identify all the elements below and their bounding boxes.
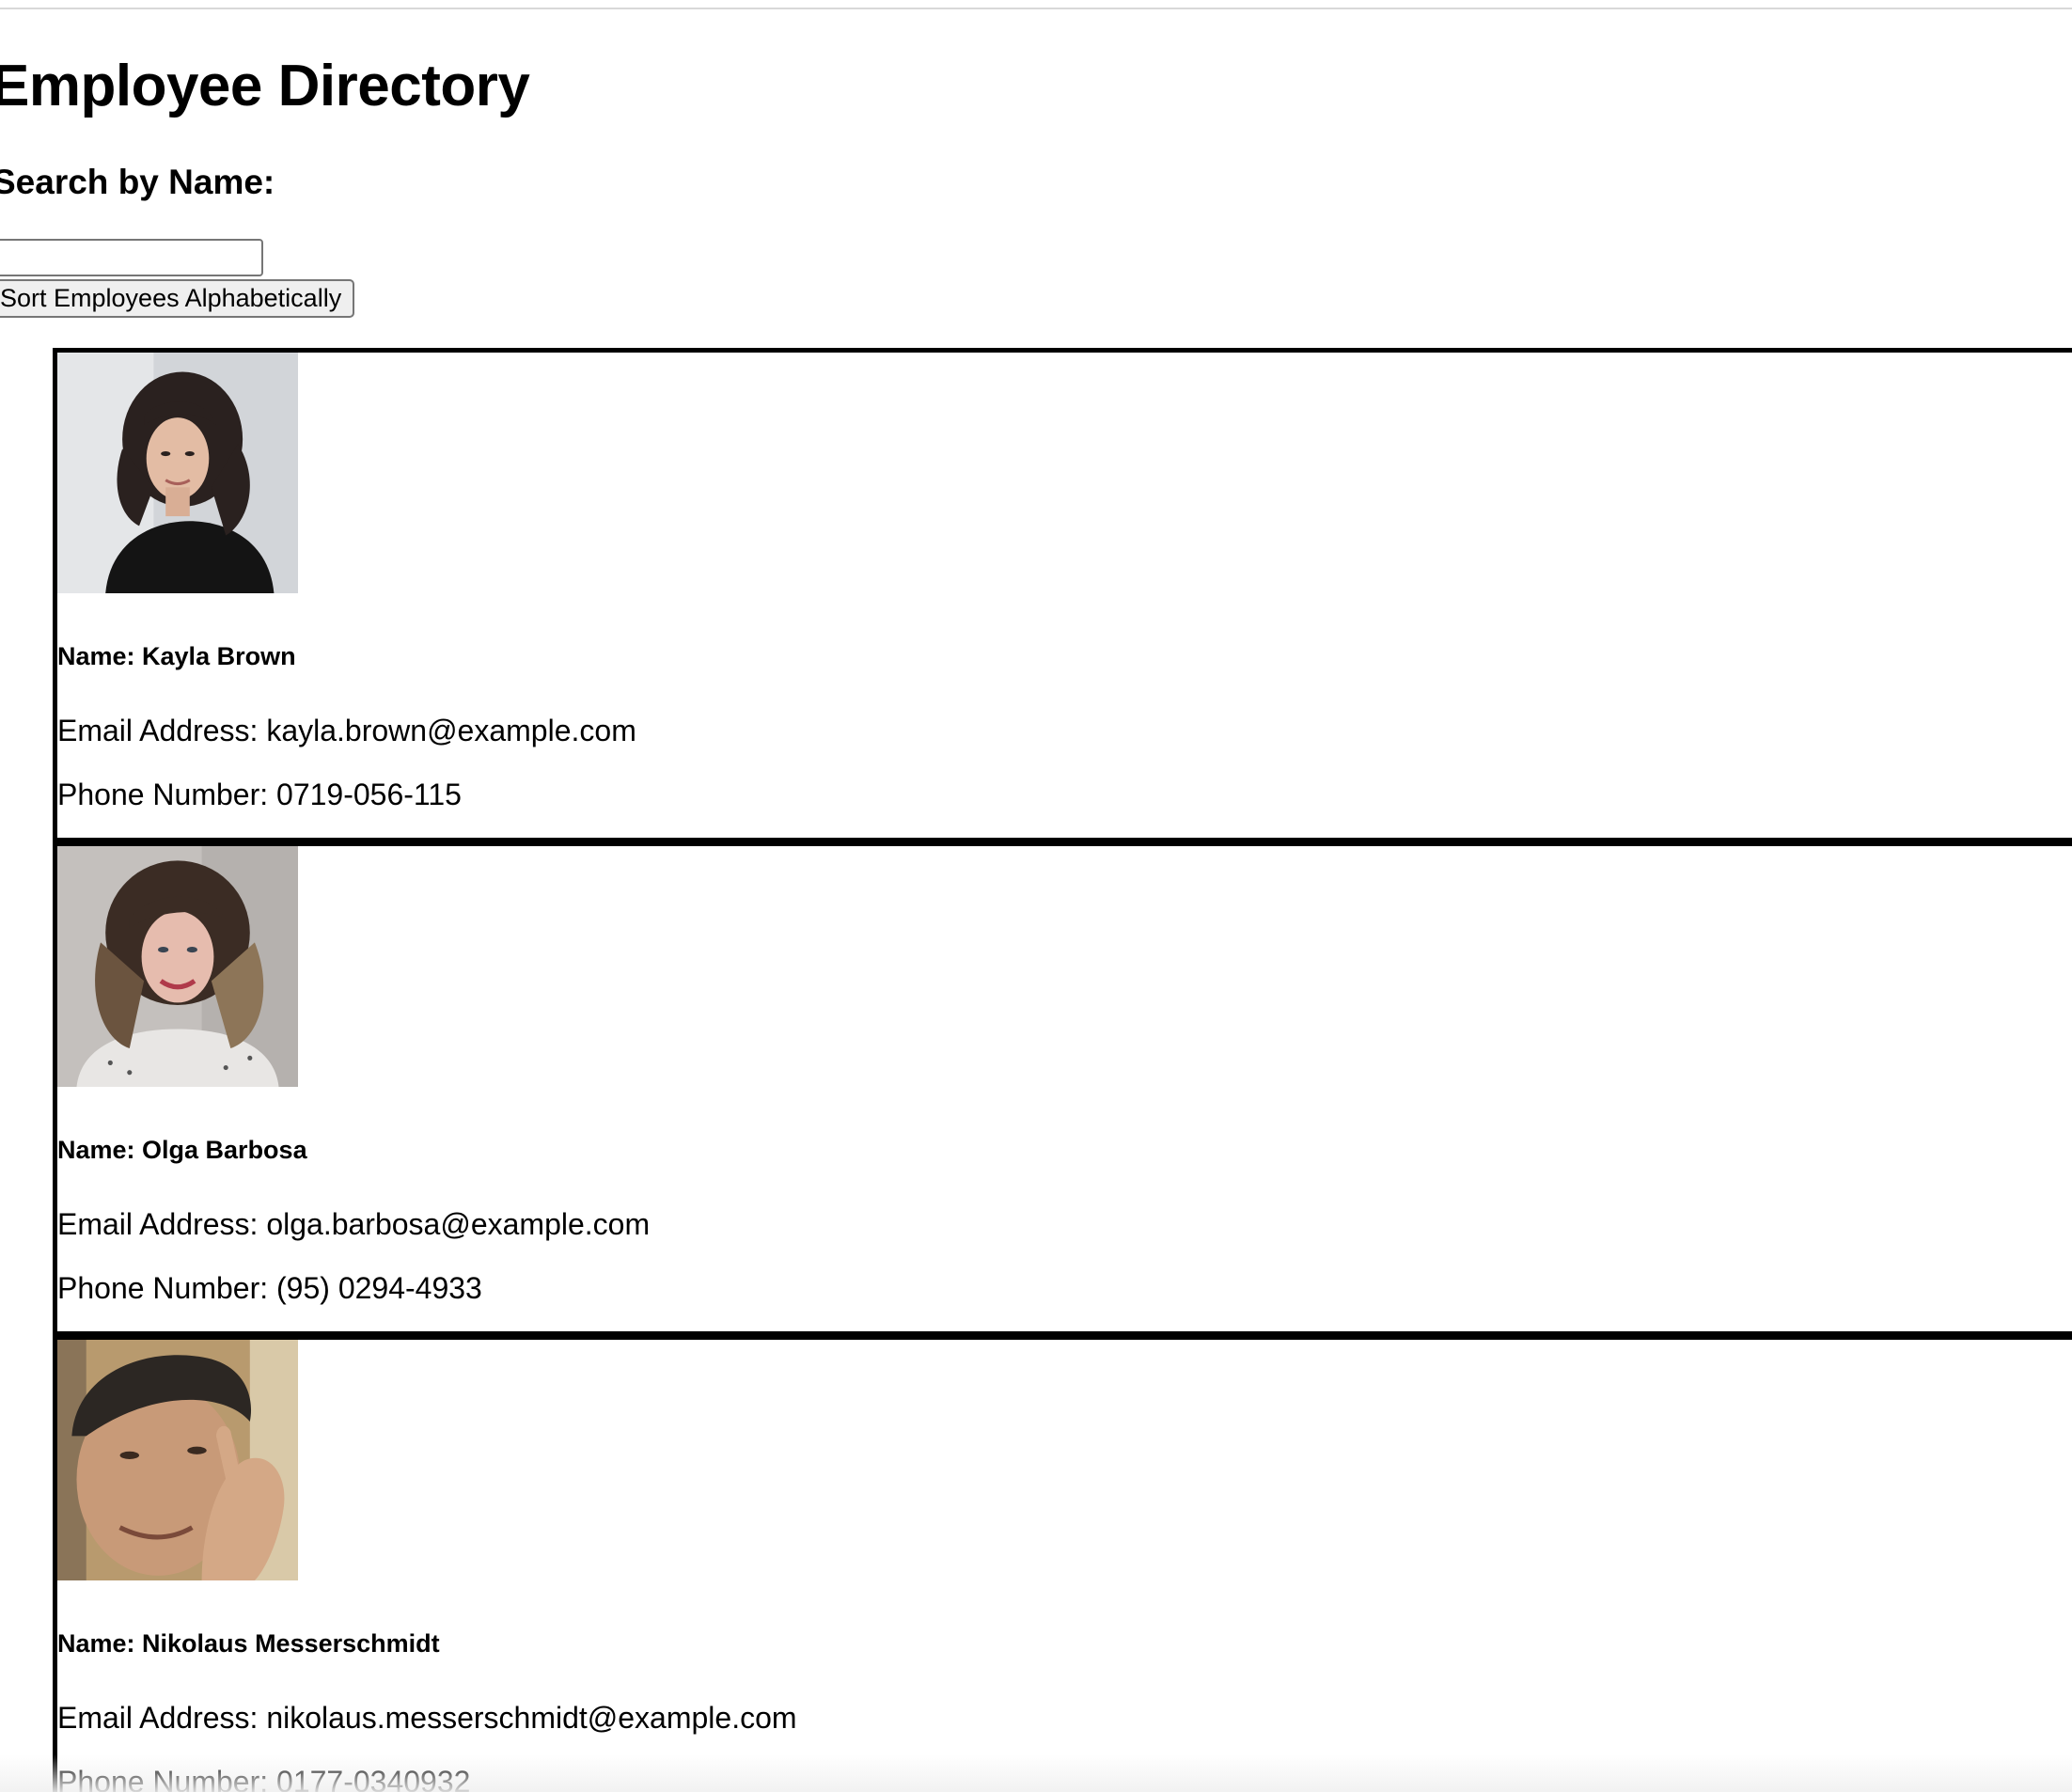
employee-email: Email Address: nikolaus.messerschmidt@ex… <box>57 1701 797 1735</box>
employee-photo <box>57 846 298 1087</box>
sort-employees-button[interactable]: Sort Employees Alphabetically <box>0 279 355 318</box>
employee-phone: Phone Number: 0719-056-115 <box>57 778 462 811</box>
employee-card: Name: Olga Barbosa Email Address: olga.b… <box>53 841 2072 1336</box>
employee-email: Email Address: olga.barbosa@example.com <box>57 1207 651 1241</box>
top-divider <box>0 8 2072 9</box>
employee-email: Email Address: kayla.brown@example.com <box>57 714 636 747</box>
search-input[interactable] <box>0 239 263 276</box>
employee-card: Name: Nikolaus Messerschmidt Email Addre… <box>53 1335 2072 1792</box>
employee-directory-page: Employee Directory Search by Name: Sort … <box>0 0 2072 1792</box>
employee-phone: Phone Number: 0177-0340932 <box>57 1765 471 1792</box>
employee-card: Name: Kayla Brown Email Address: kayla.b… <box>53 348 2072 842</box>
employee-name: Name: Olga Barbosa <box>57 1136 307 1164</box>
employee-list: Name: Kayla Brown Email Address: kayla.b… <box>53 348 2072 1792</box>
employee-photo <box>57 1340 298 1580</box>
employee-name: Name: Nikolaus Messerschmidt <box>57 1629 440 1658</box>
employee-phone: Phone Number: (95) 0294-4933 <box>57 1271 482 1305</box>
employee-name: Name: Kayla Brown <box>57 642 296 670</box>
page-title: Employee Directory <box>0 54 530 118</box>
search-label: Search by Name: <box>0 163 275 201</box>
employee-photo <box>57 353 298 593</box>
